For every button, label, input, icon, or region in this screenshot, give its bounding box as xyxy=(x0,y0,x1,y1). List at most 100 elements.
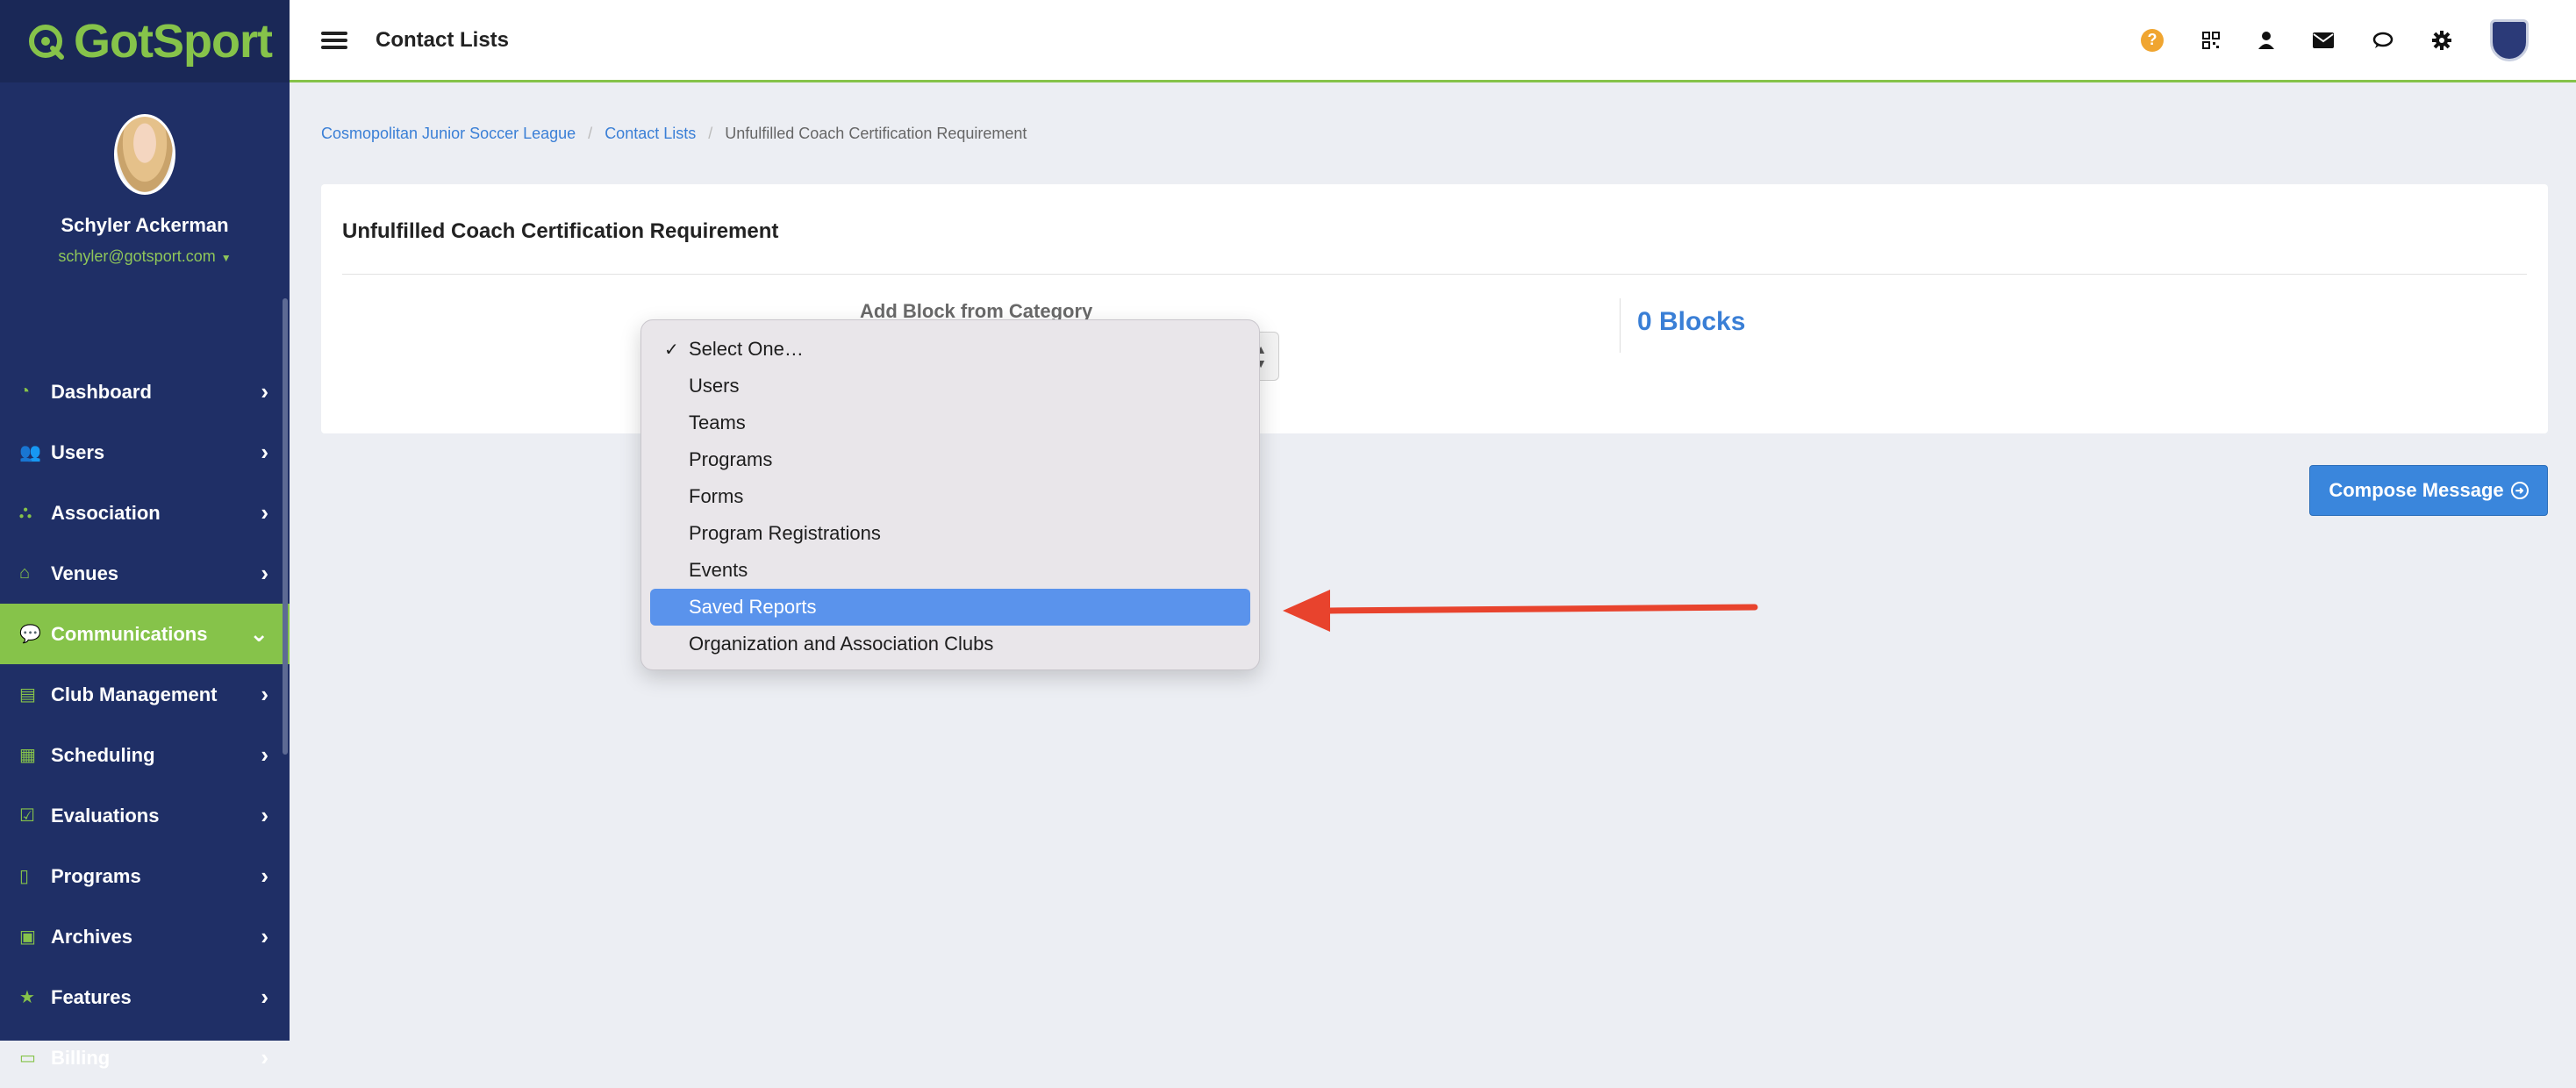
chevron-right-icon: › xyxy=(261,439,268,465)
top-icons: ? xyxy=(2141,18,2576,61)
sitemap-icon: ⛬ xyxy=(19,503,32,522)
sidebar-item-users[interactable]: 👥 Users › xyxy=(0,422,290,483)
gear-icon[interactable] xyxy=(2432,30,2451,50)
sidebar-scrollbar[interactable] xyxy=(283,298,288,755)
breadcrumb-separator: / xyxy=(708,125,713,142)
schedule-icon: ▦ xyxy=(19,746,36,765)
sidebar-item-features[interactable]: ★ Features › xyxy=(0,967,290,1027)
sidebar-item-programs[interactable]: ▯ Programs › xyxy=(0,846,290,906)
sidebar-item-label: Association xyxy=(51,501,161,524)
help-icon[interactable]: ? xyxy=(2141,28,2164,52)
organization-crest-icon[interactable] xyxy=(2490,18,2529,61)
dropdown-option[interactable]: Forms xyxy=(650,478,1250,515)
dropdown-option[interactable]: Program Registrations xyxy=(650,515,1250,552)
sidebar-item-association[interactable]: ⛬ Association › xyxy=(0,483,290,543)
logo-text: GotSport xyxy=(74,15,273,68)
sidebar-item-dashboard[interactable]: ◔ Dashboard › xyxy=(0,361,290,422)
breadcrumb-contact-lists[interactable]: Contact Lists xyxy=(605,125,696,142)
dropdown-option[interactable]: ✓ Select One… xyxy=(650,331,1250,368)
chevron-right-icon: › xyxy=(261,1044,268,1070)
chevron-right-icon: › xyxy=(261,923,268,949)
dropdown-option-label: Saved Reports xyxy=(689,596,817,618)
sidebar-item-label: Dashboard xyxy=(51,380,152,403)
breadcrumb: Cosmopolitan Junior Soccer League / Contac… xyxy=(321,125,1027,143)
dropdown-option-label: Events xyxy=(689,559,748,581)
compose-message-label: Compose Message xyxy=(2329,479,2504,501)
breadcrumb-current: Unfulfilled Coach Certification Requirem… xyxy=(725,125,1027,142)
sidebar-item-label: Programs xyxy=(51,864,141,887)
avatar[interactable] xyxy=(114,114,175,195)
dropdown-option-label: Forms xyxy=(689,485,744,507)
dropdown-option-label: Users xyxy=(689,375,740,397)
chevron-down-icon: ⌄ xyxy=(249,620,268,647)
dropdown-option-label: Organization and Association Clubs xyxy=(689,633,994,655)
sidebar-item-label: Users xyxy=(51,440,105,463)
dropdown-option-label: Select One… xyxy=(689,338,804,360)
red-arrow-annotation xyxy=(1283,590,1758,632)
vertical-divider xyxy=(1620,298,1621,353)
sidebar-item-label: Venues xyxy=(51,562,119,584)
dropdown-option-label: Program Registrations xyxy=(689,522,881,544)
home-icon: ⌂ xyxy=(19,563,31,583)
sidebar-item-label: Evaluations xyxy=(51,804,160,827)
dropdown-option[interactable]: Organization and Association Clubs xyxy=(650,626,1250,662)
chevron-right-icon: › xyxy=(261,681,268,707)
sidebar-item-billing[interactable]: ▭ Billing › xyxy=(0,1027,290,1088)
chat-icon: 💬 xyxy=(19,625,41,644)
user-profile: Schyler Ackerman schyler@gotsport.com ▼ xyxy=(0,82,290,361)
dropdown-option[interactable]: Teams xyxy=(650,404,1250,441)
star-icon: ★ xyxy=(19,988,35,1007)
sidebar-item-label: Communications xyxy=(51,622,208,645)
dropdown-option-label: Teams xyxy=(689,412,746,433)
sidebar: GotSport Schyler Ackerman schyler@gotspo… xyxy=(0,0,290,1070)
dropdown-option[interactable]: Users xyxy=(650,368,1250,404)
profile-email: schyler@gotsport.com xyxy=(58,247,216,265)
chevron-right-icon: › xyxy=(261,984,268,1010)
chevron-right-icon: › xyxy=(261,802,268,828)
hamburger-menu-icon[interactable] xyxy=(321,31,347,49)
checkmark-icon: ✓ xyxy=(664,340,679,360)
profile-email-dropdown[interactable]: schyler@gotsport.com ▼ xyxy=(0,247,290,266)
top-bar: Contact Lists ? xyxy=(290,0,2576,82)
card-divider xyxy=(342,274,2527,275)
sidebar-item-label: Billing xyxy=(51,1046,111,1069)
chevron-right-icon: › xyxy=(261,378,268,404)
dropdown-option[interactable]: Programs xyxy=(650,441,1250,478)
sidebar-item-label: Club Management xyxy=(51,683,218,705)
breadcrumb-league[interactable]: Cosmopolitan Junior Soccer League xyxy=(321,125,576,142)
sidebar-item-evaluations[interactable]: ☑ Evaluations › xyxy=(0,785,290,846)
users-icon: 👥 xyxy=(19,443,41,462)
document-icon: ▯ xyxy=(19,867,30,886)
archive-icon: ▣ xyxy=(19,927,36,947)
blocks-count: 0 Blocks xyxy=(1637,307,1746,336)
credit-card-icon: ▭ xyxy=(19,1049,36,1068)
calendar-check-icon: ☑ xyxy=(19,806,35,826)
page-title: Contact Lists xyxy=(376,27,510,52)
sidebar-item-archives[interactable]: ▣ Archives › xyxy=(0,906,290,967)
chevron-right-icon: › xyxy=(261,499,268,526)
breadcrumb-separator: / xyxy=(588,125,593,142)
qr-code-icon[interactable] xyxy=(2202,31,2220,49)
sidebar-item-label: Archives xyxy=(51,925,132,948)
sidebar-item-venues[interactable]: ⌂ Venues › xyxy=(0,543,290,604)
logo[interactable]: GotSport xyxy=(0,0,290,82)
envelope-icon[interactable] xyxy=(2313,32,2334,48)
dropdown-option[interactable]: Saved Reports xyxy=(650,589,1250,626)
club-icon: ▤ xyxy=(19,685,36,705)
dropdown-option[interactable]: Events xyxy=(650,552,1250,589)
arrow-circle-right-icon: ➜ xyxy=(2510,482,2529,499)
category-dropdown[interactable]: ✓ Select One… Users Teams Programs Forms Progr… xyxy=(640,319,1260,670)
sidebar-item-scheduling[interactable]: ▦ Scheduling › xyxy=(0,725,290,785)
sidebar-item-label: Scheduling xyxy=(51,743,155,766)
sidebar-item-club-management[interactable]: ▤ Club Management › xyxy=(0,664,290,725)
chevron-right-icon: › xyxy=(261,741,268,768)
sidebar-nav: ◔ Dashboard › 👥 Users › ⛬ Association › ⌂ Venues › 💬… xyxy=(0,361,290,1088)
dropdown-option-label: Programs xyxy=(689,448,773,470)
chevron-right-icon: › xyxy=(261,863,268,889)
chat-bubble-icon[interactable] xyxy=(2372,32,2394,49)
profile-name: Schyler Ackerman xyxy=(61,214,229,236)
user-icon[interactable] xyxy=(2258,31,2274,49)
sidebar-item-communications[interactable]: 💬 Communications ⌄ xyxy=(0,604,290,664)
sidebar-item-label: Features xyxy=(51,985,132,1008)
compose-message-button[interactable]: Compose Message ➜ xyxy=(2309,465,2548,516)
